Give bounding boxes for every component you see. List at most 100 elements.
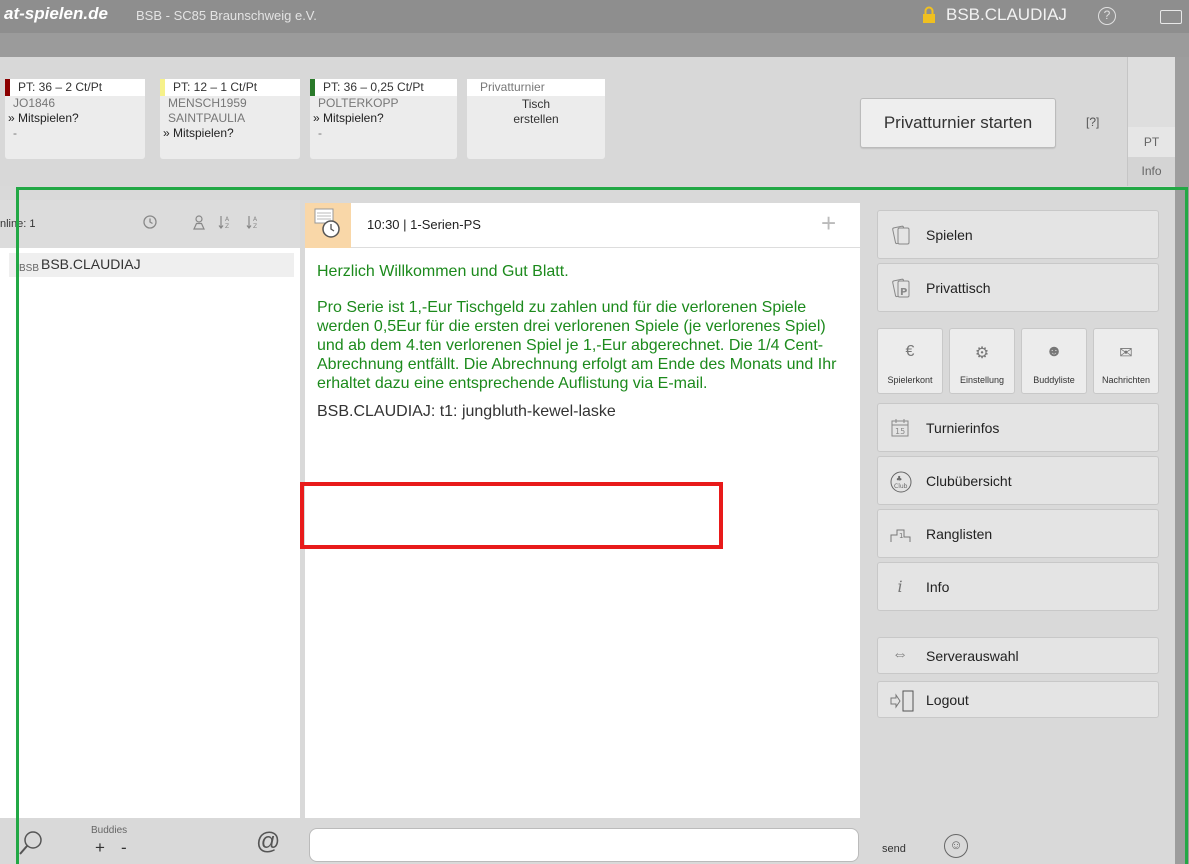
private-cards-icon: P bbox=[890, 278, 910, 298]
logout-button[interactable]: Logout bbox=[877, 681, 1159, 718]
table-player: MENSCH1959 bbox=[168, 96, 247, 110]
ranglisten-label: Ranglisten bbox=[926, 526, 993, 542]
nachrichten-label: Nachrichten bbox=[1101, 375, 1151, 385]
club-name: BSB - SC85 Braunschweig e.V. bbox=[136, 8, 317, 23]
lock-icon bbox=[923, 6, 935, 23]
calendar-icon: 15 bbox=[890, 418, 910, 438]
join-link[interactable]: » Mitspielen? bbox=[5, 111, 145, 126]
ranglisten-button[interactable]: 1 Ranglisten bbox=[877, 509, 1159, 558]
sub-bar bbox=[0, 33, 1189, 57]
join-link[interactable]: » Mitspielen? bbox=[160, 126, 300, 141]
help-icon[interactable]: ? bbox=[1098, 7, 1116, 25]
side-tabs: PT Info bbox=[1127, 57, 1175, 186]
player-list bbox=[0, 248, 300, 818]
smiley-icon[interactable]: ☺ bbox=[944, 834, 968, 858]
serverauswahl-button[interactable]: ⇔ Serverauswahl bbox=[877, 637, 1159, 674]
current-user[interactable]: BSB.CLAUDIAJ bbox=[946, 5, 1067, 25]
table-card[interactable]: PT: 36 – 0,25 Ct/Pt POLTERKOPP » Mitspie… bbox=[310, 79, 457, 159]
info-button[interactable]: i Info bbox=[877, 562, 1159, 611]
privatturnier-start-button[interactable]: Privatturnier starten bbox=[860, 98, 1056, 148]
privattisch-button[interactable]: P Privattisch bbox=[877, 263, 1159, 312]
table-header: PT: 36 – 0,25 Ct/Pt bbox=[310, 79, 457, 96]
top-bar: at-spielen.de BSB - SC85 Braunschweig e.… bbox=[0, 0, 1189, 33]
search-icon[interactable] bbox=[16, 828, 46, 858]
spielen-button[interactable]: Spielen bbox=[877, 210, 1159, 259]
buddyliste-button[interactable]: ☻ Buddyliste bbox=[1021, 328, 1087, 394]
player-club: BSB bbox=[19, 263, 40, 274]
table-header: PT: 12 – 1 Ct/Pt bbox=[160, 79, 300, 96]
spielen-label: Spielen bbox=[926, 227, 973, 243]
svg-text:Z: Z bbox=[253, 223, 257, 230]
svg-text:15: 15 bbox=[895, 427, 905, 436]
buddy-icon: ☻ bbox=[1045, 343, 1063, 360]
cluebersicht-label: Clubübersicht bbox=[926, 473, 1012, 489]
player-row[interactable]: BSB BSB.CLAUDIAJ bbox=[9, 253, 294, 277]
mention-button[interactable]: @ bbox=[256, 828, 280, 856]
calendar-clock-icon[interactable] bbox=[305, 203, 351, 248]
buddyliste-label: Buddyliste bbox=[1033, 375, 1075, 385]
help-link[interactable]: [?] bbox=[1086, 115, 1099, 129]
brand-logo[interactable]: at-spielen.de bbox=[4, 4, 108, 24]
buddies-label: Buddies bbox=[91, 825, 128, 836]
sort-za-icon[interactable]: AZ bbox=[245, 214, 261, 230]
table-header: Privatturnier bbox=[467, 79, 605, 96]
svg-text:♣: ♣ bbox=[896, 475, 902, 483]
player-list-footer: Buddies + - @ bbox=[0, 818, 300, 864]
serverauswahl-label: Serverauswahl bbox=[926, 648, 1019, 664]
logout-label: Logout bbox=[926, 692, 969, 708]
player-name: BSB.CLAUDIAJ bbox=[41, 256, 141, 272]
chat-header: 10:30 | 1-Serien-PS + bbox=[305, 203, 860, 248]
svg-text:P: P bbox=[900, 287, 907, 298]
plus-icon[interactable]: + bbox=[821, 208, 836, 239]
info-label: Info bbox=[926, 579, 950, 595]
table-slot: - bbox=[13, 126, 17, 140]
private-table-card[interactable]: Privatturnier Tisch erstellen bbox=[467, 79, 605, 159]
clock-icon[interactable] bbox=[142, 214, 158, 230]
online-count: nline: 1 bbox=[0, 218, 36, 230]
mail-icon: ✉ bbox=[1119, 345, 1133, 362]
nachrichten-button[interactable]: ✉ Nachrichten bbox=[1093, 328, 1159, 394]
welcome-message: Herzlich Willkommen und Gut Blatt. bbox=[317, 263, 569, 280]
table-player: POLTERKOPP bbox=[318, 96, 399, 110]
table-header: PT: 36 – 2 Ct/Pt bbox=[5, 79, 145, 96]
chat-messages: Herzlich Willkommen und Gut Blatt. Pro S… bbox=[305, 248, 860, 818]
cards-icon bbox=[890, 225, 910, 245]
sort-az-icon[interactable]: AZ bbox=[217, 214, 233, 230]
add-buddy-button[interactable]: + bbox=[95, 838, 105, 858]
tab-pt[interactable]: PT bbox=[1127, 127, 1175, 157]
chat-message: BSB.CLAUDIAJ: t1: jungbluth-kewel-laske bbox=[317, 403, 616, 420]
chat-title: 10:30 | 1-Serien-PS bbox=[367, 217, 481, 232]
remove-buddy-button[interactable]: - bbox=[121, 838, 127, 858]
einstellung-button[interactable]: ⚙ Einstellung bbox=[949, 328, 1015, 394]
logout-door-icon bbox=[890, 690, 914, 712]
join-link[interactable]: » Mitspielen? bbox=[310, 111, 457, 126]
swap-arrows-icon: ⇔ bbox=[892, 646, 908, 663]
svg-text:A: A bbox=[253, 216, 258, 223]
window-icon[interactable] bbox=[1160, 10, 1182, 24]
euro-icon: € bbox=[905, 343, 915, 360]
table-player: SAINTPAULIA bbox=[168, 111, 246, 125]
table-card[interactable]: PT: 12 – 1 Ct/Pt MENSCH1959 SAINTPAULIA … bbox=[160, 79, 300, 159]
spielerkonto-label: Spielerkont bbox=[887, 375, 933, 385]
svg-text:Z: Z bbox=[225, 223, 229, 230]
cluebersicht-button[interactable]: ♣ Club Clubübersicht bbox=[877, 456, 1159, 505]
send-button[interactable]: send bbox=[882, 843, 906, 855]
spielerkonto-button[interactable]: € Spielerkont bbox=[877, 328, 943, 394]
svg-text:A: A bbox=[225, 216, 230, 223]
einstellung-label: Einstellung bbox=[959, 375, 1005, 385]
table-player: JO1846 bbox=[13, 96, 56, 110]
tab-info[interactable]: Info bbox=[1127, 157, 1175, 186]
side-tab-blank bbox=[1127, 57, 1175, 127]
gear-icon: ⚙ bbox=[974, 345, 990, 362]
chat-input[interactable] bbox=[309, 828, 859, 862]
table-card[interactable]: PT: 36 – 2 Ct/Pt JO1846 » Mitspielen? - bbox=[5, 79, 145, 159]
svg-text:Club: Club bbox=[894, 483, 908, 490]
club-icon: ♣ Club bbox=[890, 471, 912, 493]
table-slot: - bbox=[318, 126, 322, 140]
turnierinfos-label: Turnierinfos bbox=[926, 420, 1000, 436]
svg-text:1: 1 bbox=[899, 532, 903, 540]
turnierinfos-button[interactable]: 15 Turnierinfos bbox=[877, 403, 1159, 452]
podium-icon: 1 bbox=[890, 524, 911, 544]
person-icon[interactable] bbox=[191, 214, 207, 230]
create-table-label: Tisch bbox=[521, 97, 551, 111]
